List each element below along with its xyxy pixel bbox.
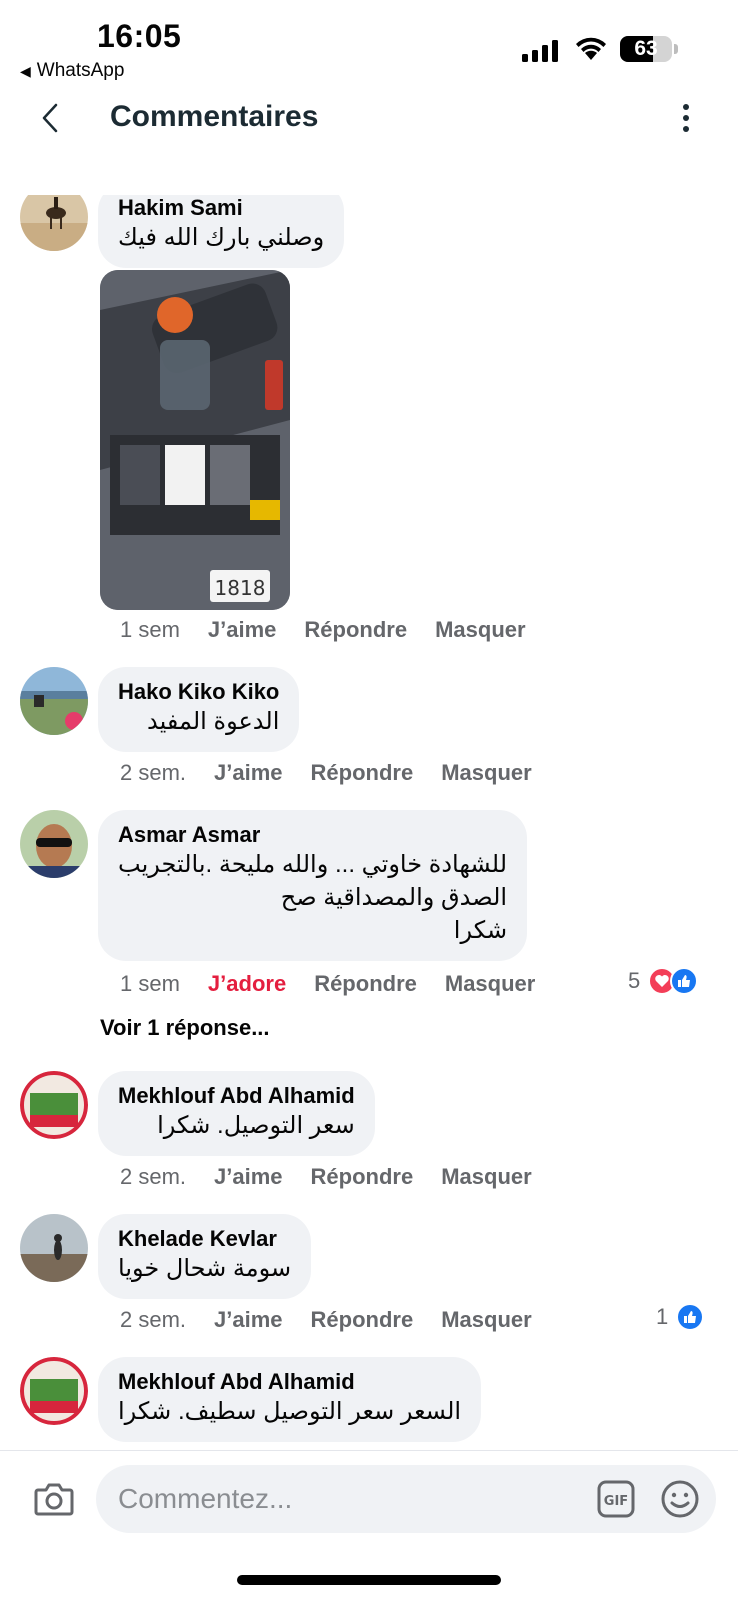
avatar[interactable] [20, 667, 88, 735]
comment-text: سعر التوصيل. شكرا [157, 1112, 355, 1139]
reaction-count: 1 [656, 1304, 669, 1329]
comment-bubble[interactable]: Asmar Asmar للشهادة خاوتي ... والله مليح… [98, 810, 528, 961]
camera-icon [34, 1483, 74, 1516]
view-replies-link[interactable]: Voir 1 réponse... [100, 1015, 270, 1041]
comment-text: الدعوة المفيد [147, 708, 280, 735]
reply-button[interactable]: Répondre [311, 1164, 414, 1190]
back-to-app-link[interactable]: ◀ WhatsApp [20, 60, 124, 82]
status-time: 16:05 [97, 18, 182, 54]
avatar[interactable] [20, 1071, 88, 1139]
comment-author[interactable]: Asmar Asmar [118, 822, 507, 848]
gif-button[interactable]: GIF [596, 1479, 636, 1519]
comment-input[interactable] [118, 1465, 568, 1533]
smiley-icon [661, 1480, 699, 1518]
comment-bubble[interactable]: Mekhlouf Abd Alhamid السعر سعر التوصيل س… [98, 1357, 482, 1442]
like-button[interactable]: J’aime [208, 617, 277, 643]
hide-button[interactable]: Masquer [441, 1307, 531, 1333]
comment-author[interactable]: Mekhlouf Abd Alhamid [118, 1083, 355, 1109]
comment-text: وصلني بارك الله فيك [118, 224, 325, 251]
comment-bubble[interactable]: Khelade Kevlar سومة شحال خويا [98, 1214, 312, 1299]
comment-text: للشهادة خاوتي ... والله مليحة .بالتجريب [118, 851, 508, 878]
comment-actions: 1 sem J’aime Répondre Masquer [120, 615, 526, 645]
chevron-left-icon [42, 103, 58, 133]
like-button[interactable]: J’aime [214, 1307, 283, 1333]
comment-list[interactable]: Hakim Sami وصلني بارك الله فيك 1818 1 se… [0, 195, 738, 1450]
comment-image-attachment[interactable]: 1818 [100, 270, 290, 610]
comment-text: السعر سعر التوصيل سطيف. شكرا [118, 1398, 462, 1425]
avatar[interactable] [20, 810, 88, 878]
battery-level: 63 [634, 37, 658, 60]
comment-author[interactable]: Hako Kiko Kiko [118, 679, 279, 705]
back-button[interactable] [30, 98, 70, 138]
comment-text: الصدق والمصداقية صح [280, 884, 508, 911]
love-reaction-button[interactable]: J’adore [208, 971, 286, 997]
hide-button[interactable]: Masquer [441, 760, 531, 786]
comment-time: 2 sem. [120, 1307, 187, 1332]
hide-button[interactable]: Masquer [441, 1164, 531, 1190]
comment-bubble[interactable]: Hako Kiko Kiko الدعوة المفيد [98, 667, 300, 752]
comment-time: 2 sem. [120, 1164, 187, 1189]
comment-time: 1 sem [120, 971, 180, 996]
reply-button[interactable]: Répondre [311, 760, 414, 786]
comment-actions: 2 sem. J’aime Répondre Masquer [120, 1162, 532, 1192]
like-button[interactable]: J’aime [214, 1164, 283, 1190]
comment-time: 1 sem [120, 617, 180, 642]
gif-label: GIF [604, 1494, 628, 1509]
like-button[interactable]: J’aime [214, 760, 283, 786]
comment-actions: 2 sem. J’aime Répondre Masquer [120, 758, 532, 788]
comment-author[interactable]: Mekhlouf Abd Alhamid [118, 1369, 461, 1395]
reaction-count: 5 [628, 968, 641, 993]
comment-text: شكرا [453, 917, 508, 944]
reply-button[interactable]: Répondre [304, 617, 407, 643]
more-dot-icon [683, 126, 689, 132]
back-app-label: WhatsApp [36, 60, 125, 81]
reaction-summary[interactable]: 1 [656, 1303, 705, 1331]
comment-time: 2 sem. [120, 760, 187, 785]
hide-button[interactable]: Masquer [445, 971, 535, 997]
comment-input-container: GIF [96, 1465, 716, 1533]
avatar[interactable] [20, 1214, 88, 1282]
emoji-button[interactable] [660, 1479, 700, 1519]
comment-text: سومة شحال خويا [118, 1255, 292, 1282]
hide-button[interactable]: Masquer [435, 617, 525, 643]
back-triangle-icon: ◀ [20, 62, 31, 79]
avatar[interactable] [20, 1357, 88, 1425]
header: Commentaires [0, 90, 738, 154]
like-icon [676, 1303, 705, 1331]
comment-actions: 1 sem J’adore Répondre Masquer [120, 969, 535, 999]
gif-icon: GIF [597, 1480, 635, 1518]
more-options-button[interactable] [668, 100, 704, 136]
svg-text:1818: 1818 [215, 576, 266, 600]
wifi-icon [576, 37, 606, 60]
camera-button[interactable] [32, 1477, 76, 1521]
reaction-summary[interactable]: 5 [628, 967, 699, 995]
comment-author[interactable]: Hakim Sami [118, 195, 324, 221]
like-icon [670, 967, 699, 995]
avatar[interactable] [20, 195, 88, 251]
more-dot-icon [683, 104, 689, 110]
status-bar: 16:05 ◀ WhatsApp 63 [0, 0, 738, 90]
home-indicator[interactable] [237, 1575, 501, 1585]
comment-actions: 2 sem. J’aime Répondre Masquer [120, 1305, 532, 1335]
reply-button[interactable]: Répondre [314, 971, 417, 997]
comment-bubble[interactable]: Hakim Sami وصلني بارك الله فيك [98, 195, 345, 268]
comment-bubble[interactable]: Mekhlouf Abd Alhamid سعر التوصيل. شكرا [98, 1071, 375, 1156]
comment-author[interactable]: Khelade Kevlar [118, 1226, 291, 1252]
battery-icon: 63 [620, 36, 672, 62]
reply-button[interactable]: Répondre [311, 1307, 414, 1333]
cellular-signal-icon [522, 40, 558, 62]
more-dot-icon [683, 115, 689, 121]
battery-cap [674, 44, 678, 54]
page-title: Commentaires [110, 100, 319, 133]
